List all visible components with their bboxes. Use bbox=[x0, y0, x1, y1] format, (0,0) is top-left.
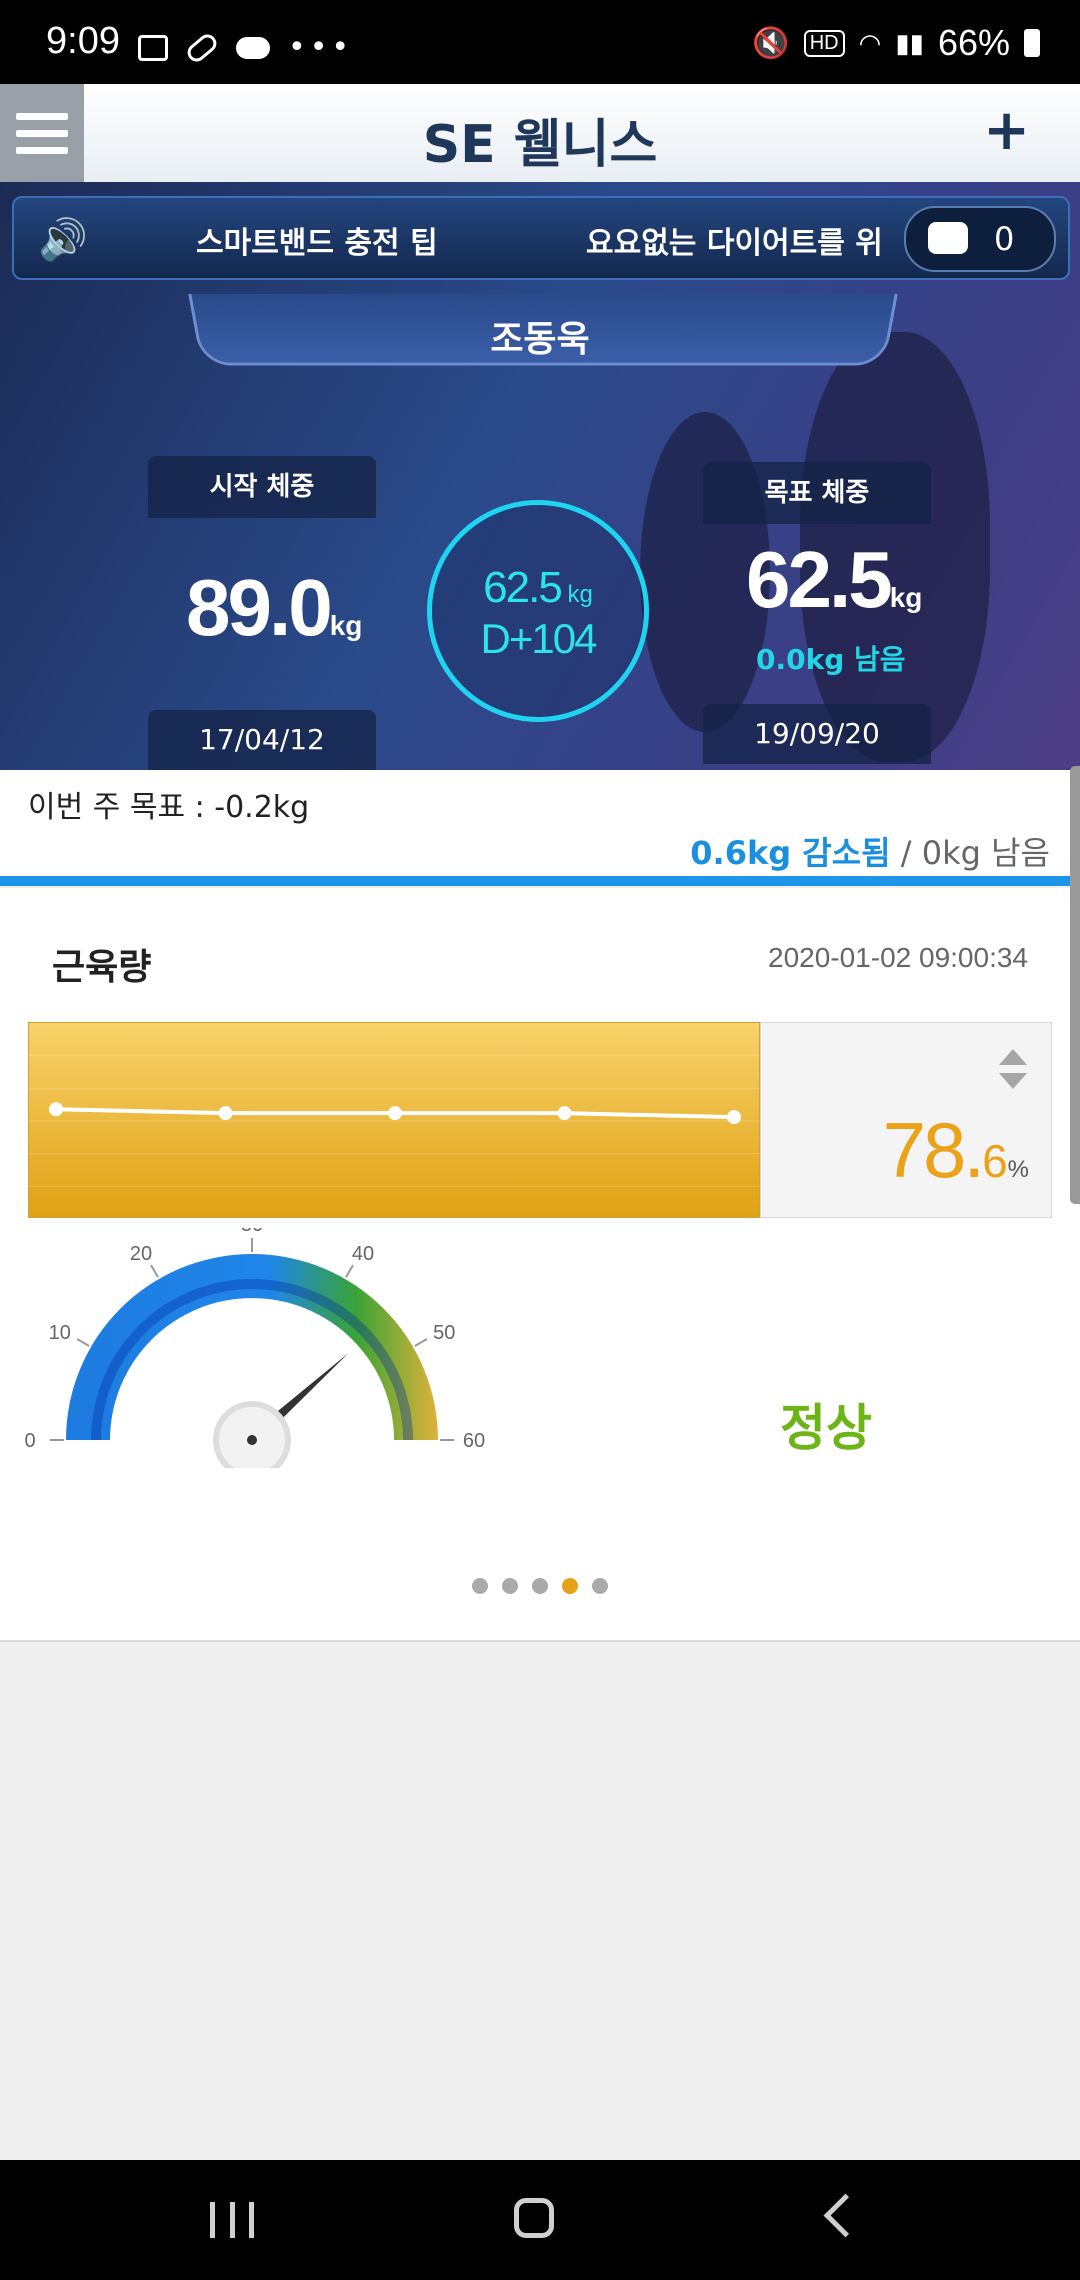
target-weight-number: 62.5 bbox=[746, 535, 893, 624]
data-point[interactable] bbox=[218, 1106, 233, 1121]
system-icons: 🔇 HD ◠ ▮▮ 66% bbox=[752, 22, 1040, 64]
notice-ticker[interactable]: 🔊 스마트밴드 충전 팁 요요없는 다이어트를 위 0 bbox=[12, 196, 1070, 280]
page-dot[interactable] bbox=[562, 1578, 578, 1594]
trend-line-chart bbox=[29, 1055, 761, 1187]
chat-button[interactable]: 0 bbox=[904, 206, 1056, 272]
more-notifications-icon: ••• bbox=[288, 30, 354, 65]
notification-icons: ••• bbox=[138, 30, 353, 65]
scrollbar[interactable] bbox=[1070, 766, 1080, 1204]
start-weight-unit: kg bbox=[329, 610, 363, 641]
status-bar: 9:09 ••• 🔇 HD ◠ ▮▮ 66% bbox=[0, 0, 1080, 84]
data-point[interactable] bbox=[49, 1102, 63, 1117]
gauge-tick bbox=[150, 1264, 159, 1278]
gauge-tick bbox=[345, 1264, 354, 1278]
target-date: 19/09/20 bbox=[703, 704, 931, 764]
battery-icon bbox=[1024, 29, 1040, 57]
gauge-tick-label: 40 bbox=[352, 1243, 374, 1265]
current-weight: 62.5 kg bbox=[432, 563, 644, 613]
recent-apps-icon[interactable] bbox=[210, 2202, 254, 2238]
add-button[interactable]: + bbox=[983, 98, 1030, 163]
signal-icon: ▮▮ bbox=[895, 27, 924, 58]
gauge-tick bbox=[76, 1338, 90, 1347]
trend-chart[interactable] bbox=[28, 1022, 761, 1218]
start-date: 17/04/12 bbox=[148, 710, 376, 770]
clock: 9:09 bbox=[46, 20, 120, 62]
gauge-tick-label: 30 bbox=[241, 1228, 263, 1236]
separator: / bbox=[890, 834, 922, 872]
gauge-tick-label: 20 bbox=[130, 1243, 152, 1265]
gauge-tick-label: 50 bbox=[433, 1322, 455, 1344]
metric-status: 정상 bbox=[780, 1399, 872, 1457]
lost-value: 0.6 bbox=[690, 834, 747, 872]
chat-icon bbox=[928, 222, 968, 254]
metric-value-dec: 6 bbox=[982, 1135, 1008, 1187]
data-point[interactable] bbox=[388, 1106, 402, 1121]
current-weight-unit: kg bbox=[567, 581, 593, 608]
speaker-icon: 🔊 bbox=[38, 217, 88, 263]
sort-down-icon[interactable] bbox=[999, 1073, 1027, 1089]
current-weight-ring: 62.5 kg D+104 bbox=[427, 500, 649, 722]
metric-card[interactable]: 근육량 2020-01-02 09:00:34 78.6% 0 10 20 30 40 5… bbox=[0, 888, 1080, 1642]
page-dot[interactable] bbox=[472, 1578, 488, 1594]
page-dot[interactable] bbox=[592, 1578, 608, 1594]
metric-value-panel: 78.6% bbox=[760, 1022, 1052, 1218]
target-weight-unit: kg bbox=[889, 582, 923, 613]
gauge: 0 10 20 30 40 50 60 bbox=[24, 1228, 485, 1468]
battery-percent: 66% bbox=[937, 22, 1010, 63]
gauge-tick-label: 0 bbox=[24, 1430, 35, 1452]
page-indicator bbox=[0, 1578, 1080, 1594]
cloud-icon bbox=[236, 36, 270, 59]
metric-unit: % bbox=[1007, 1156, 1029, 1183]
metric-timestamp: 2020-01-02 09:00:34 bbox=[768, 942, 1028, 973]
start-weight-label: 시작 체중 bbox=[148, 456, 376, 518]
start-weight-value: 89.0kg bbox=[186, 562, 362, 654]
chat-count: 0 bbox=[994, 220, 1015, 258]
app-header: SE 웰니스 + bbox=[0, 84, 1080, 184]
home-icon[interactable] bbox=[514, 2198, 554, 2238]
user-name: 조동욱 bbox=[490, 319, 590, 360]
ticker-message[interactable]: 스마트밴드 충전 팁 bbox=[196, 218, 438, 262]
data-point[interactable] bbox=[727, 1110, 741, 1125]
target-remaining: 0.0kg 남음 bbox=[756, 643, 906, 676]
gauge-hub-dot bbox=[247, 1435, 257, 1445]
target-weight-label: 목표 체중 bbox=[703, 462, 931, 524]
page-dot[interactable] bbox=[502, 1578, 518, 1594]
gauge-tick bbox=[414, 1338, 428, 1347]
weekly-progress-bar bbox=[0, 876, 1080, 886]
data-point[interactable] bbox=[557, 1106, 572, 1121]
target-weight-value: 62.5kg bbox=[746, 534, 922, 626]
weekly-goal-section: 이번 주 목표 : -0.2kg 0.6kg 감소됨 / 0kg 남음 bbox=[0, 770, 1080, 878]
back-icon[interactable] bbox=[823, 2193, 868, 2238]
weekly-remaining: 0kg 남음 bbox=[921, 834, 1050, 872]
weekly-goal: 이번 주 목표 : -0.2kg bbox=[28, 790, 310, 825]
app-title: SE 웰니스 bbox=[422, 115, 658, 175]
weight-summary-panel: 🔊 스마트밴드 충전 팁 요요없는 다이어트를 위 0 조동욱 시작 체중 89… bbox=[0, 182, 1080, 770]
gallery-icon bbox=[138, 34, 168, 61]
page-dot[interactable] bbox=[532, 1578, 548, 1594]
wifi-icon: ◠ bbox=[858, 27, 882, 58]
sort-up-icon[interactable] bbox=[999, 1049, 1027, 1065]
current-weight-number: 62.5 bbox=[483, 563, 563, 612]
hd-icon: HD bbox=[803, 29, 845, 57]
metric-value-int: 78. bbox=[882, 1106, 985, 1194]
start-weight-number: 89.0 bbox=[186, 563, 333, 652]
gauge-tick-label: 60 bbox=[463, 1430, 485, 1452]
metric-value: 78.6% bbox=[883, 1105, 1029, 1196]
ticker-message[interactable]: 요요없는 다이어트를 위 bbox=[586, 218, 886, 262]
pill-icon bbox=[183, 30, 221, 65]
lost-unit: kg 감소됨 bbox=[746, 834, 891, 872]
mute-icon: 🔇 bbox=[752, 26, 790, 60]
gauge-tick-label: 10 bbox=[49, 1322, 71, 1344]
system-nav-bar bbox=[0, 2160, 1080, 2280]
metric-label: 근육량 bbox=[52, 947, 152, 988]
weekly-progress-text: 0.6kg 감소됨 / 0kg 남음 bbox=[690, 828, 1050, 874]
day-counter: D+104 bbox=[480, 615, 598, 662]
